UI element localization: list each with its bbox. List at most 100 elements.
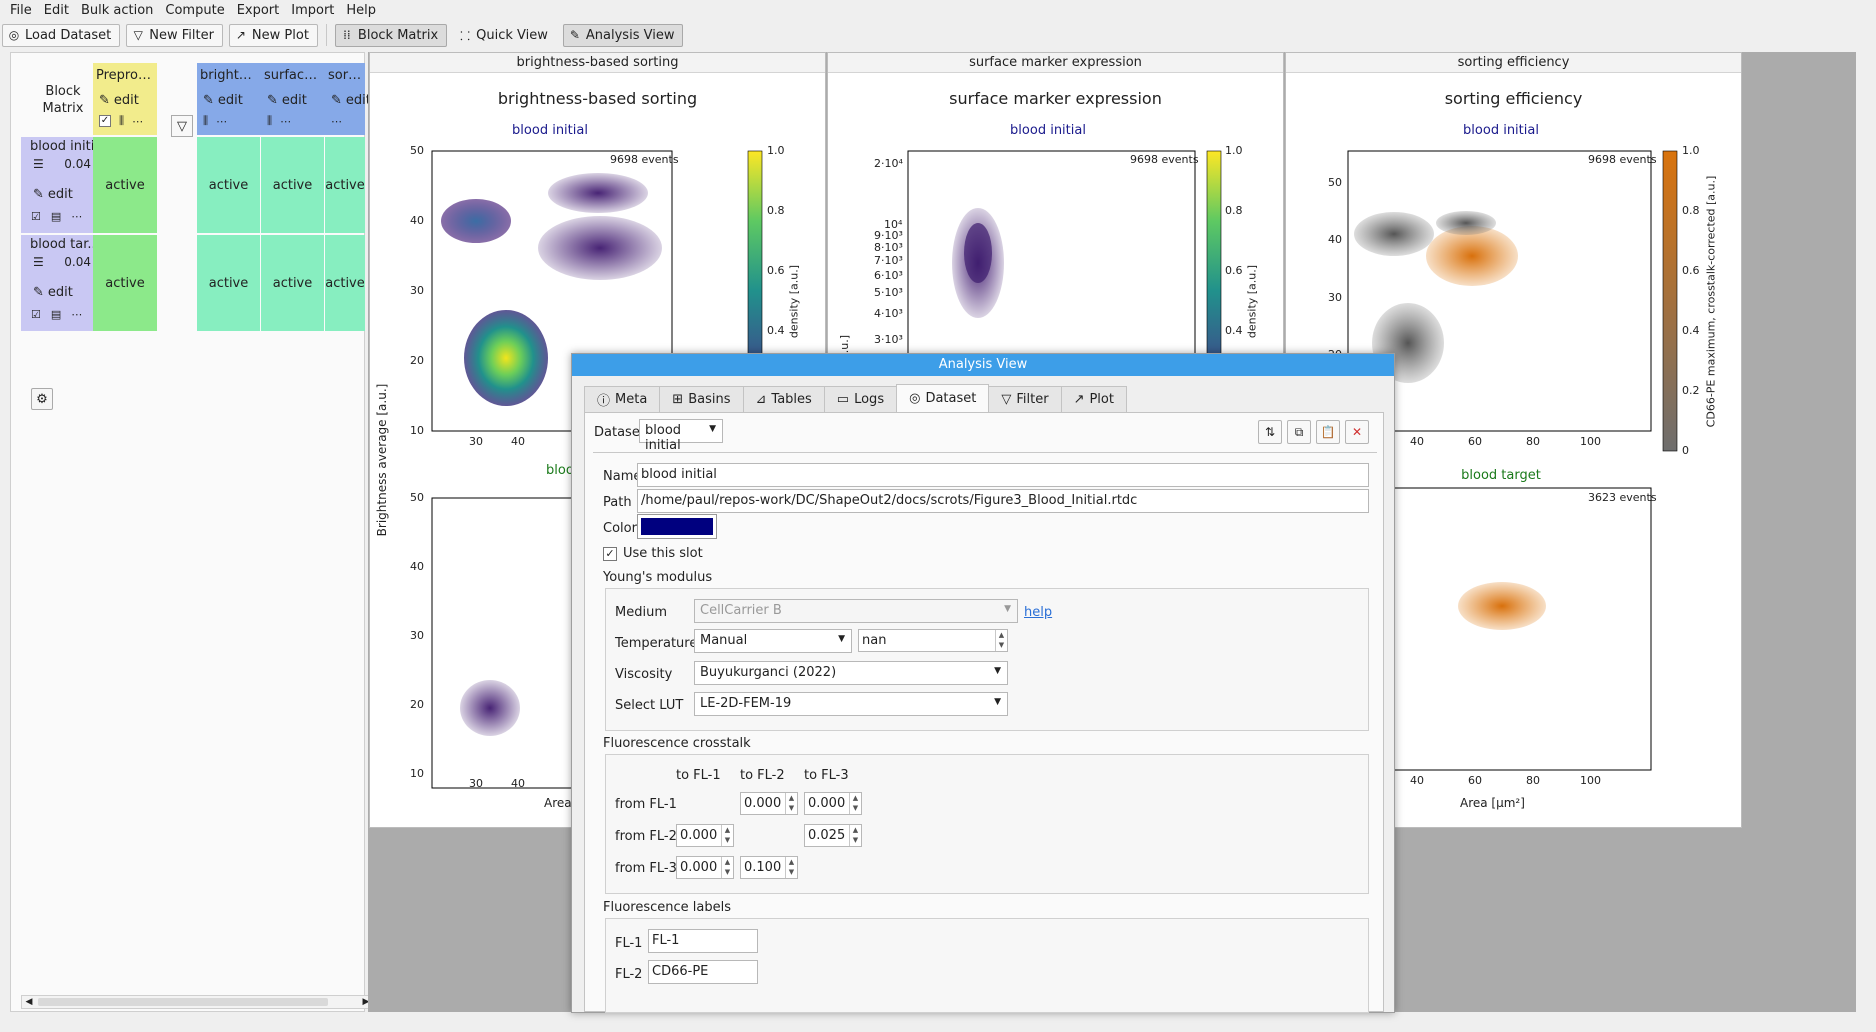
tab-meta[interactable]: ⓘ Meta [584,386,661,412]
menu-edit[interactable]: Edit [38,3,75,18]
layers-icon[interactable]: ▤ [51,308,61,321]
temperature-input[interactable]: nan ▲ ▼ [858,629,1008,652]
tab-tables[interactable]: ⊿ Tables [742,386,825,412]
menu-bulk-action[interactable]: Bulk action [75,3,159,18]
remove-dataset-button[interactable]: ✕ [1345,420,1369,444]
matrix-cell[interactable]: active [197,235,260,331]
viscosity-select[interactable]: Buyukurganci (2022) ▼ [694,661,1008,685]
density-cluster [538,216,662,280]
menu-compute[interactable]: Compute [159,3,230,18]
spin-arrows-icon[interactable]: ▲ ▼ [721,857,733,878]
use-slot-checkbox[interactable]: ✓ [603,547,617,561]
load-dataset-button[interactable]: ◎ Load Dataset [2,23,121,47]
paste-button[interactable]: 📋 [1316,420,1340,444]
tab-plot[interactable]: ↗ Plot [1060,386,1127,412]
more-icon[interactable]: ⋯ [132,115,143,128]
medium-value: CellCarrier B [700,603,782,618]
dataset-row-header[interactable]: blood tar... ☰ 0.04 ✎ edit ☑ ▤ ⋯ [21,235,101,331]
spin-arrows-icon[interactable]: ▲ ▼ [849,793,861,814]
tab-logs[interactable]: ▭ Logs [823,386,898,412]
quick-view-button[interactable]: ⸬ Quick View [453,24,557,47]
fl2-label-input[interactable]: CD66-PE [648,960,758,984]
lut-select[interactable]: LE-2D-FEM-19 ▼ [694,692,1008,716]
crosstalk-fl1-to-fl3[interactable]: 0.000 ▲ ▼ [804,792,862,815]
column-header-filter-sorting[interactable]: sorting e ✎edit ⋯ [325,63,371,135]
spin-arrows-icon[interactable]: ▲ ▼ [849,825,861,846]
settings-gear-button[interactable]: ⚙ [31,388,53,410]
menu-export[interactable]: Export [231,3,286,18]
y-tick-label: 40 [410,214,424,227]
matrix-cell[interactable]: active [197,137,260,233]
columns-icon[interactable]: ⫼ [267,114,272,128]
new-filter-button[interactable]: ▽ New Filter [126,23,223,47]
dialog-title[interactable]: Analysis View [572,354,1394,376]
enable-checkbox-icon[interactable]: ☑ [31,210,41,223]
edit-button[interactable]: ✎ edit [325,89,371,111]
matrix-cell[interactable]: active [93,235,157,331]
more-icon[interactable]: ⋯ [216,115,227,128]
pen-icon: ✎ [33,186,44,202]
color-picker-button[interactable] [637,514,717,539]
temperature-mode-select[interactable]: Manual ▼ [694,629,852,653]
dataset-row-header[interactable]: blood initi... ☰ 0.04 ✎ edit ☑ ▤ ⋯ [21,137,107,233]
density-cluster [548,173,648,213]
more-icon[interactable]: ⋯ [71,308,82,321]
edit-button[interactable]: ✎ edit [261,89,325,111]
tab-dataset[interactable]: ◎ Dataset [896,384,990,412]
dataset-select[interactable]: blood initial ▼ [639,419,723,453]
column-header-filter-surface[interactable]: surface ... ✎ edit ⫼ ⋯ [261,63,325,135]
menu-file[interactable]: File [4,3,38,18]
tab-basins[interactable]: ⊞ Basins [659,386,744,412]
enable-checkbox-icon[interactable]: ☑ [31,308,41,321]
crosstalk-fl3-to-fl2[interactable]: 0.100 ▲ ▼ [740,856,798,879]
column-enable-checkbox[interactable]: ✓ [99,115,111,127]
help-link[interactable]: help [1024,605,1052,620]
analysis-view-button[interactable]: ✎ Analysis View [562,23,684,47]
filter-toggle-button[interactable]: ▽ [171,115,193,137]
matrix-cell[interactable]: active [261,137,324,233]
crosstalk-value: 0.025 [808,828,846,843]
menu-help[interactable]: Help [340,3,382,18]
dataset-value: 0.04 [64,255,91,269]
spin-arrows-icon[interactable]: ▲ ▼ [785,793,797,814]
crosstalk-fl2-to-fl1[interactable]: 0.000 ▲ ▼ [676,824,734,847]
matrix-cell[interactable]: active [261,235,324,331]
edit-button[interactable]: ✎ edit [21,182,101,206]
more-icon[interactable]: ⋯ [71,210,82,223]
spin-arrows-icon[interactable]: ▲ ▼ [785,857,797,878]
crosstalk-fl3-to-fl1[interactable]: 0.000 ▲ ▼ [676,856,734,879]
fl1-label-input[interactable]: FL-1 [648,929,758,953]
crosstalk-fl1-to-fl2[interactable]: 0.000 ▲ ▼ [740,792,798,815]
path-input[interactable]: /home/paul/repos-work/DC/ShapeOut2/docs/… [637,489,1369,513]
scroll-left-icon[interactable]: ◀ [22,996,36,1008]
new-plot-button[interactable]: ↗ New Plot [228,23,318,47]
cell-state: active [105,275,145,291]
vertical-scrollbar[interactable] [1860,52,1876,1012]
name-input[interactable]: blood initial [637,463,1369,487]
menu-import[interactable]: Import [285,3,340,18]
columns-icon[interactable]: ⫼ [119,114,124,128]
medium-select[interactable]: CellCarrier B ▼ [694,599,1018,623]
tab-filter[interactable]: ▽ Filter [988,386,1062,412]
horizontal-scrollbar[interactable]: ◀ ▶ [21,995,374,1009]
matrix-cell[interactable]: active [325,137,365,233]
matrix-cell[interactable]: active [93,137,157,233]
column-header-filter-brightness[interactable]: brightne... ✎ edit ⫼ ⋯ [197,63,261,135]
sort-button[interactable]: ⇅ [1258,420,1282,444]
spin-arrows-icon[interactable]: ▲ ▼ [995,630,1007,651]
more-icon[interactable]: ⋯ [331,115,342,128]
spin-arrows-icon[interactable]: ▲ ▼ [721,825,733,846]
block-matrix-button[interactable]: ⁞⁞ Block Matrix [334,23,448,47]
edit-button[interactable]: ✎ edit [197,89,261,111]
more-icon[interactable]: ⋯ [280,115,291,128]
layers-icon[interactable]: ▤ [51,210,61,223]
medium-label: Medium [615,605,667,620]
scrollbar-thumb[interactable] [38,998,328,1006]
copy-button[interactable]: ⧉ [1287,420,1311,444]
columns-icon[interactable]: ⫼ [203,114,208,128]
edit-button[interactable]: ✎ edit [21,280,101,304]
matrix-cell[interactable]: active [325,235,365,331]
edit-button[interactable]: ✎ edit [93,89,157,111]
column-header-preprocessing[interactable]: Preproce... ✎edit ✓ ⫼ ⋯ [93,63,157,135]
crosstalk-fl2-to-fl3[interactable]: 0.025 ▲ ▼ [804,824,862,847]
